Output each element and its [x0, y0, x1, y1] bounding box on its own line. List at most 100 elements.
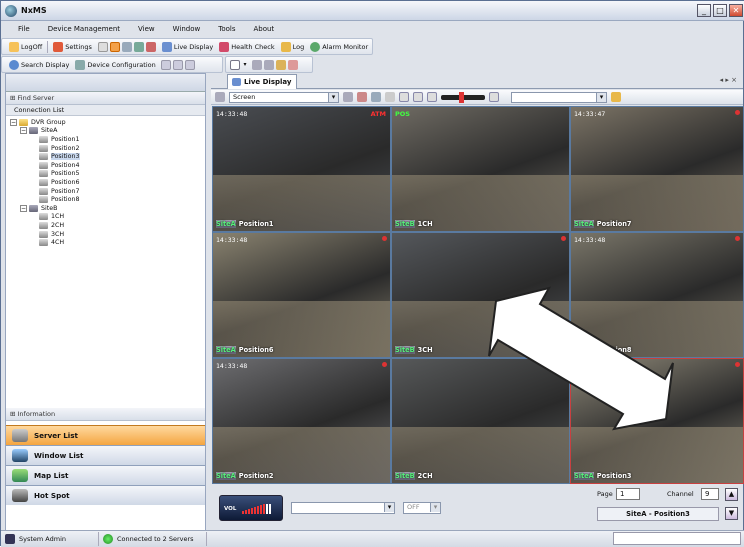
grid-4-icon[interactable] [413, 92, 423, 102]
video-cell[interactable]: 14:33:48 SiteA Position6 [212, 232, 391, 358]
map-list-button[interactable]: Map List [6, 465, 205, 485]
video-position-name: Position8 [596, 346, 632, 354]
information-header[interactable]: ⊞ Information [6, 408, 205, 421]
server-list-button[interactable]: Server List [6, 425, 205, 445]
tree-node-siteb[interactable]: − SiteB [10, 204, 205, 213]
video-cell[interactable]: SiteB 3CH [391, 232, 570, 358]
video-cell[interactable]: 14:33:48 SiteA Position2 [212, 358, 391, 484]
menu-window[interactable]: Window [164, 25, 210, 33]
video-cell[interactable]: SiteA Position3 [570, 358, 744, 484]
fullscreen-icon[interactable] [252, 59, 262, 70]
page-label: Page [597, 490, 613, 498]
menu-view[interactable]: View [129, 25, 164, 33]
tree-node-position2[interactable]: Position2 [10, 144, 205, 153]
layout-icons-group [95, 41, 159, 52]
menu-file[interactable]: File [9, 25, 39, 33]
video-site-name: SiteA [216, 472, 236, 480]
menu-tools[interactable]: Tools [209, 25, 244, 33]
tree-node-4ch[interactable]: 4CH [10, 238, 205, 247]
export-icon[interactable] [184, 59, 195, 70]
video-cell[interactable]: 14:33:48 SiteA Position8 [570, 232, 744, 358]
ptz-icon[interactable] [357, 92, 367, 102]
camera-icon [39, 187, 48, 195]
sequence-icon[interactable] [264, 59, 274, 70]
tree-node-position4[interactable]: Position4 [10, 161, 205, 170]
video-site-name: SiteA [216, 220, 236, 228]
video-position-name: Position2 [238, 472, 274, 480]
tree-node-position3[interactable]: Position3 [10, 152, 205, 161]
tree-node-2ch[interactable]: 2CH [10, 221, 205, 230]
screen-select[interactable]: Screen [229, 91, 339, 103]
layout-icon[interactable] [343, 92, 353, 102]
collapse-icon[interactable]: − [20, 204, 27, 212]
slider-thumb[interactable] [459, 91, 464, 103]
live-display-icon [232, 78, 241, 86]
split-screen-icon[interactable] [230, 59, 240, 70]
device-configuration-button[interactable]: Device Configuration [72, 59, 158, 70]
tab-live-display[interactable]: Live Display [227, 74, 297, 89]
collapse-icon[interactable]: − [10, 118, 17, 126]
volume-control[interactable]: VOL [219, 495, 283, 521]
grid-9-icon[interactable] [427, 92, 437, 102]
print-icon[interactable] [172, 59, 183, 70]
status-bar: System Admin Connected to 2 Servers [1, 530, 744, 547]
tree-node-label: 2CH [51, 221, 65, 229]
camera-icon[interactable] [109, 41, 120, 52]
app-logo-icon [5, 4, 17, 17]
refresh-icon[interactable] [160, 59, 171, 70]
video-cell[interactable]: 14:33:48 ATM SiteA Position1 [212, 106, 391, 232]
record-icon[interactable] [133, 41, 144, 52]
tree-node-position1[interactable]: Position1 [10, 135, 205, 144]
health-check-button[interactable]: Health Check [216, 41, 277, 52]
tree-node-3ch[interactable]: 3CH [10, 230, 205, 239]
tree-node-position6[interactable]: Position6 [10, 178, 205, 187]
tab-nav-arrows[interactable]: ◂ ▸ × [720, 76, 737, 84]
menu-device-management[interactable]: Device Management [39, 25, 129, 33]
video-cell[interactable]: POS SiteB 1CH [391, 106, 570, 232]
zoom-icon[interactable] [276, 59, 286, 70]
search-display-button[interactable]: Search Display [6, 59, 72, 70]
menu-bar: File Device Management View Window Tools… [1, 21, 744, 37]
chevron-down-icon[interactable]: ▾ [240, 60, 250, 70]
hot-spot-button[interactable]: Hot Spot [6, 485, 205, 505]
tree-node-position7[interactable]: Position7 [10, 187, 205, 196]
video-channel-label: SiteB 2CH [395, 472, 433, 480]
channel-select[interactable] [511, 91, 607, 103]
page-input[interactable]: 1 [616, 488, 640, 500]
tree-node-position8[interactable]: Position8 [10, 195, 205, 204]
video-cell[interactable]: SiteB 2CH [391, 358, 570, 484]
snapshot-icon[interactable] [288, 59, 298, 70]
video-channel-label: SiteA Position6 [216, 346, 274, 354]
alarm-monitor-button[interactable]: Alarm Monitor [307, 41, 371, 52]
tree-node-sitea[interactable]: − SiteA [10, 127, 205, 136]
video-cell[interactable]: 14:33:47 SiteA Position7 [570, 106, 744, 232]
minimize-button[interactable]: _ [697, 4, 711, 17]
tree-node-position5[interactable]: Position5 [10, 170, 205, 179]
layout-icon[interactable] [97, 41, 108, 52]
dropdown-icon[interactable] [385, 92, 395, 102]
brightness-slider[interactable] [441, 91, 485, 103]
color-icon[interactable] [611, 92, 621, 102]
camera-icon[interactable] [371, 92, 381, 102]
grid-16-icon[interactable] [489, 92, 499, 102]
find-server-header[interactable]: ⊞ Find Server [6, 92, 205, 105]
alarm-icon[interactable] [145, 41, 156, 52]
tree-node-1ch[interactable]: 1CH [10, 213, 205, 222]
live-display-button[interactable]: Live Display [159, 41, 216, 52]
maximize-button[interactable]: □ [713, 4, 727, 17]
monitor-icon[interactable] [121, 41, 132, 52]
logoff-button[interactable]: LogOff [6, 41, 45, 52]
audio-channel-select[interactable] [291, 502, 395, 514]
page-up-button[interactable]: ▲ [725, 488, 738, 501]
channel-input[interactable]: 9 [701, 488, 719, 500]
collapse-icon[interactable]: − [20, 127, 27, 135]
settings-button[interactable]: Settings [50, 41, 95, 52]
close-button[interactable]: ✕ [729, 4, 743, 17]
log-button[interactable]: Log [278, 41, 308, 52]
menu-about[interactable]: About [244, 25, 283, 33]
tree-node-dvr group[interactable]: − DVR Group [10, 118, 205, 127]
window-list-button[interactable]: Window List [6, 445, 205, 465]
audio-off-select[interactable]: OFF [403, 502, 441, 514]
grid-1-icon[interactable] [399, 92, 409, 102]
page-down-button[interactable]: ▼ [725, 507, 738, 520]
